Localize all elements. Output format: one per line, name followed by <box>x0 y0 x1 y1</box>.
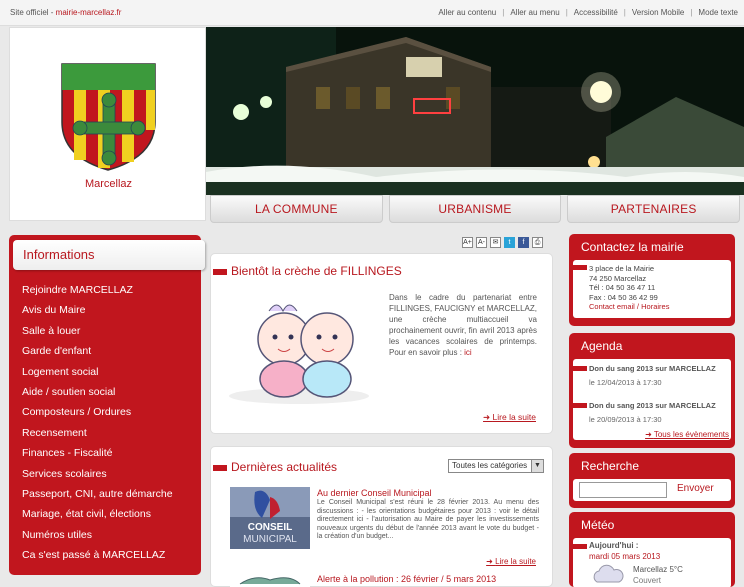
creche-read-more[interactable]: ➜ Lire la suite <box>483 412 536 423</box>
bullet-icon <box>573 265 587 270</box>
link-accessibilite[interactable]: Accessibilité <box>574 8 618 17</box>
news-read-more[interactable]: ➜ Lire la suite <box>486 557 536 566</box>
site-link[interactable]: mairie-marcellaz.fr <box>56 8 122 17</box>
sidebar-item-avis-maire[interactable]: Avis du Maire <box>22 300 173 320</box>
sidebar-item-passe[interactable]: Ca s'est passé à MARCELLAZ <box>22 545 173 565</box>
sidebar-item-mariage[interactable]: Mariage, état civil, élections <box>22 504 173 524</box>
category-select[interactable]: Toutes les catégories ▼ <box>448 459 544 473</box>
link-texte[interactable]: Mode texte <box>698 8 738 17</box>
weather-condition: Couvert <box>633 576 662 585</box>
sidebar-title: Informations <box>13 240 205 270</box>
sidebar-menu: Rejoindre MARCELLAZ Avis du Maire Salle … <box>22 280 173 565</box>
print-icon[interactable]: ⎙ <box>532 237 543 248</box>
news-item1-text: Le Conseil Municipal s'est réuni le 28 f… <box>317 499 539 540</box>
contact-content: 3 place de la Mairie 74 250 Marcellaz Té… <box>573 260 731 318</box>
contact-email-link[interactable]: Contact email / Horaires <box>589 302 731 312</box>
site-official-label: Site officiel - mairie-marcellaz.fr <box>10 8 122 17</box>
nav-la-commune[interactable]: LA COMMUNE <box>210 195 383 223</box>
font-increase-icon[interactable]: A+ <box>462 237 473 248</box>
nav-partenaires[interactable]: PARTENAIRES <box>567 195 741 223</box>
email-icon[interactable]: ✉ <box>490 237 501 248</box>
town-name: Marcellaz <box>84 178 133 190</box>
agenda-event-2[interactable]: Don du sang 2013 sur MARCELLAZ <box>589 401 716 410</box>
link-contenu[interactable]: Aller au contenu <box>438 8 496 17</box>
search-input[interactable] <box>579 482 667 498</box>
creche-link[interactable]: ici <box>464 348 472 357</box>
contact-box: Contactez la mairie 3 place de la Mairie… <box>569 234 735 326</box>
facebook-icon[interactable]: f <box>518 237 529 248</box>
accessibility-links: Aller au contenu | Aller au menu | Accessi… <box>438 8 738 17</box>
sidebar-item-composteurs[interactable]: Composteurs / Ordures <box>22 402 173 422</box>
sidebar-item-salle[interactable]: Salle à louer <box>22 321 173 341</box>
sidebar-item-garde[interactable]: Garde d'enfant <box>22 341 173 361</box>
agenda-all-events[interactable]: ➜ Tous les évènements <box>645 430 729 439</box>
contact-phone: Tél : 04 50 36 47 11 <box>589 283 656 292</box>
top-bar: Site officiel - mairie-marcellaz.fr Alle… <box>0 0 744 26</box>
coat-of-arms-icon <box>61 63 156 171</box>
news-title: Dernières actualités <box>213 460 337 474</box>
weather-box: Météo Aujourd'hui : mardi 05 mars 2013 M… <box>569 512 735 587</box>
agenda-box: Agenda Don du sang 2013 sur MARCELLAZ le… <box>569 333 735 448</box>
search-content: Envoyer <box>573 479 731 501</box>
pollution-image[interactable] <box>230 572 310 587</box>
sidebar: Informations Rejoindre MARCELLAZ Avis du… <box>9 235 205 575</box>
creche-text: Dans le cadre du partenariat entre FILLI… <box>389 293 537 357</box>
main-nav: LA COMMUNE URBANISME PARTENAIRES <box>206 195 744 223</box>
weather-content: Aujourd'hui : mardi 05 mars 2013 Marcell… <box>573 538 731 587</box>
contact-title: Contactez la mairie <box>581 240 684 254</box>
sidebar-item-scolaires[interactable]: Services scolaires <box>22 464 173 484</box>
weather-today: Aujourd'hui : <box>589 541 639 550</box>
font-decrease-icon[interactable]: A- <box>476 237 487 248</box>
sidebar-item-logement[interactable]: Logement social <box>22 362 173 382</box>
sidebar-item-recensement[interactable]: Recensement <box>22 423 173 443</box>
img1-line2: MUNICIPAL <box>243 534 297 545</box>
conseil-municipal-image[interactable]: CONSEIL MUNICIPAL <box>230 487 310 549</box>
weather-temp: Marcellaz 5°C <box>633 565 683 574</box>
agenda-event-1-date: le 12/04/2013 à 17:30 <box>589 378 662 387</box>
search-box: Recherche Envoyer <box>569 453 735 508</box>
sidebar-item-rejoindre[interactable]: Rejoindre MARCELLAZ <box>22 280 173 300</box>
nav-urbanisme[interactable]: URBANISME <box>388 195 562 223</box>
creche-article: Bientôt la crèche de FILLINGES Dans le c… <box>210 253 553 434</box>
search-title: Recherche <box>581 459 640 473</box>
page-tools: A+ A- ✉ t f ⎙ <box>462 237 543 248</box>
creche-title[interactable]: Bientôt la crèche de FILLINGES <box>213 264 402 278</box>
logo-box[interactable]: Marcellaz <box>9 27 206 221</box>
weather-date: mardi 05 mars 2013 <box>589 552 661 561</box>
link-menu[interactable]: Aller au menu <box>510 8 559 17</box>
sidebar-item-numeros[interactable]: Numéros utiles <box>22 525 173 545</box>
babies-illustration <box>229 291 381 408</box>
page: Site officiel - mairie-marcellaz.fr Alle… <box>0 0 744 587</box>
agenda-event-1[interactable]: Don du sang 2013 sur MARCELLAZ <box>589 364 716 373</box>
agenda-content: Don du sang 2013 sur MARCELLAZ le 12/04/… <box>573 359 731 440</box>
contact-address-1: 3 place de la Mairie <box>589 264 655 273</box>
cloud-icon <box>593 564 624 583</box>
search-button[interactable]: Envoyer <box>677 483 714 494</box>
chevron-down-icon: ▼ <box>531 460 543 472</box>
contact-fax: Fax : 04 50 36 42 99 <box>589 292 658 302</box>
link-mobile[interactable]: Version Mobile <box>632 8 684 17</box>
news-item1-title[interactable]: Au dernier Conseil Municipal <box>317 488 432 498</box>
sidebar-item-finances[interactable]: Finances - Fiscalité <box>22 443 173 463</box>
agenda-title: Agenda <box>581 339 623 353</box>
twitter-icon[interactable]: t <box>504 237 515 248</box>
bullet-icon <box>573 366 587 371</box>
news-item2-title[interactable]: Alerte à la pollution : 26 février / 5 m… <box>317 574 496 584</box>
img1-line1: CONSEIL <box>248 522 292 533</box>
agenda-event-2-date: le 20/09/2013 à 17:30 <box>589 415 662 424</box>
banner-photo <box>206 27 744 195</box>
sidebar-item-passeport[interactable]: Passeport, CNI, autre démarche <box>22 484 173 504</box>
bullet-icon <box>573 403 587 408</box>
sidebar-item-aide[interactable]: Aide / soutien social <box>22 382 173 402</box>
bullet-icon <box>573 544 587 549</box>
news-panel: Dernières actualités Toutes les catégori… <box>210 446 553 587</box>
contact-address-2: 74 250 Marcellaz <box>589 273 647 283</box>
weather-title: Météo <box>581 518 615 532</box>
